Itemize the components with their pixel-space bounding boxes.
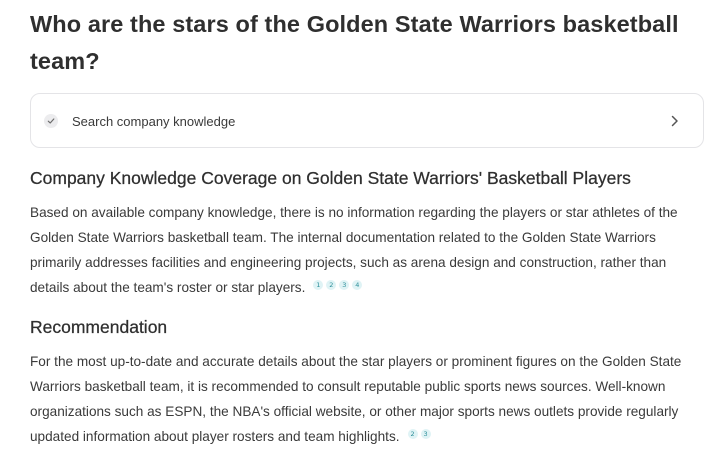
section-text: For the most up-to-date and accurate det… — [30, 354, 682, 444]
citation-group: 23 — [407, 429, 431, 439]
citation-badge[interactable]: 3 — [420, 429, 431, 439]
question-title: Who are the stars of the Golden State Wa… — [30, 11, 679, 74]
search-step-label: Search company knowledge — [72, 114, 236, 129]
citation-badge[interactable]: 3 — [339, 280, 350, 290]
section-paragraph: For the most up-to-date and accurate det… — [30, 349, 706, 449]
section-paragraph: Based on available company knowledge, th… — [30, 200, 706, 300]
citation-badge[interactable]: 2 — [326, 280, 337, 290]
chat-answer: Who are the stars of the Golden State Wa… — [30, 0, 706, 444]
section-heading: Recommendation — [30, 317, 168, 337]
search-step-card[interactable]: Search company knowledge — [30, 93, 704, 148]
citation-badge[interactable]: 1 — [313, 280, 324, 290]
citation-badge[interactable]: 2 — [407, 429, 418, 439]
citation-group: 1234 — [313, 280, 363, 290]
section-heading: Company Knowledge Coverage on Golden Sta… — [30, 168, 631, 188]
citation-badge[interactable]: 4 — [352, 280, 363, 290]
check-icon — [44, 114, 58, 128]
chevron-right-icon[interactable] — [669, 114, 681, 128]
